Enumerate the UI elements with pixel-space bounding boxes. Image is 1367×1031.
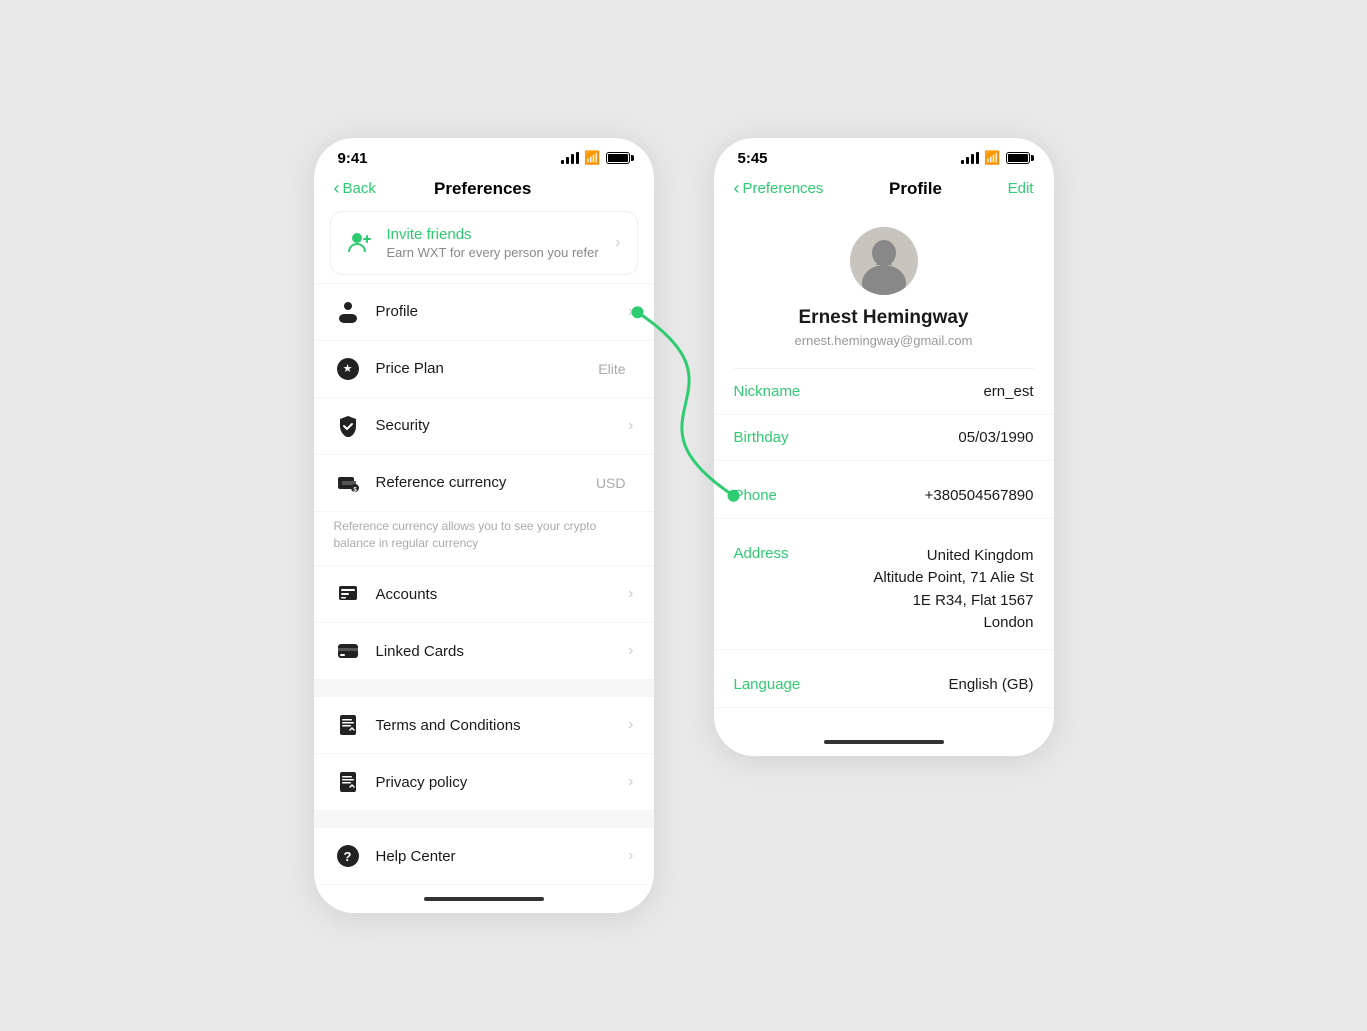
linked-cards-chevron-icon: › bbox=[628, 642, 633, 660]
terms-icon bbox=[334, 711, 362, 739]
currency-value: USD bbox=[596, 475, 626, 491]
privacy-label: Privacy policy bbox=[376, 774, 615, 791]
edit-button[interactable]: Edit bbox=[1008, 180, 1034, 197]
menu-item-linked-cards[interactable]: Linked Cards › bbox=[314, 623, 654, 679]
security-label: Security bbox=[376, 417, 615, 434]
field-address: Address United Kingdom Altitude Point, 7… bbox=[714, 531, 1054, 650]
phone-label: Phone bbox=[734, 487, 777, 504]
birthday-value: 05/03/1990 bbox=[958, 429, 1033, 446]
security-icon bbox=[334, 412, 362, 440]
help-label: Help Center bbox=[376, 848, 615, 865]
battery-icon-right bbox=[1006, 152, 1030, 164]
back-button[interactable]: ‹ Back bbox=[334, 179, 376, 199]
menu-section-3: Terms and Conditions › Privacy policy bbox=[314, 696, 654, 811]
menu-section-4: ? Help Center › bbox=[314, 827, 654, 885]
help-icon: ? bbox=[334, 842, 362, 870]
invite-icon bbox=[347, 230, 373, 256]
page-title: Preferences bbox=[434, 179, 531, 199]
price-plan-label: Price Plan bbox=[376, 360, 585, 377]
wifi-icon: 📶 bbox=[584, 150, 600, 166]
menu-item-privacy[interactable]: Privacy policy › bbox=[314, 754, 654, 810]
menu-section-1: Profile › ★ Price Plan Elite bbox=[314, 283, 654, 512]
status-icons-right: 📶 bbox=[961, 150, 1029, 166]
field-phone: Phone +380504567890 bbox=[714, 473, 1054, 519]
time-left: 9:41 bbox=[338, 150, 368, 167]
status-icons-left: 📶 bbox=[561, 150, 629, 166]
back-chevron-icon-right: ‹ bbox=[734, 178, 740, 199]
phone-value: +380504567890 bbox=[925, 487, 1034, 504]
profile-name: Ernest Hemingway bbox=[799, 307, 969, 329]
invite-chevron-icon: › bbox=[615, 234, 620, 252]
terms-chevron-icon: › bbox=[628, 716, 633, 734]
nav-bar-preferences: ‹ Back Preferences bbox=[314, 175, 654, 211]
menu-item-profile[interactable]: Profile › bbox=[314, 284, 654, 341]
invite-title: Invite friends bbox=[387, 226, 602, 243]
birthday-label: Birthday bbox=[734, 429, 789, 446]
profile-label: Profile bbox=[376, 303, 615, 320]
privacy-icon bbox=[334, 768, 362, 796]
profile-chevron-icon: › bbox=[628, 303, 633, 321]
wifi-icon-right: 📶 bbox=[984, 150, 1000, 166]
back-label: Back bbox=[343, 180, 376, 197]
battery-icon bbox=[606, 152, 630, 164]
menu-item-accounts[interactable]: Accounts › bbox=[314, 566, 654, 623]
menu-item-reference-currency[interactable]: $ Reference currency USD bbox=[314, 455, 654, 511]
section-gap-3 bbox=[314, 811, 654, 827]
profile-icon bbox=[334, 298, 362, 326]
status-bar-right: 5:45 📶 bbox=[714, 138, 1054, 175]
help-chevron-icon: › bbox=[628, 847, 633, 865]
accounts-chevron-icon: › bbox=[628, 585, 633, 603]
accounts-label: Accounts bbox=[376, 586, 615, 603]
signal-icon-right bbox=[961, 152, 979, 164]
menu-item-price-plan[interactable]: ★ Price Plan Elite bbox=[314, 341, 654, 398]
section-gap-2 bbox=[314, 680, 654, 696]
invite-text: Invite friends Earn WXT for every person… bbox=[387, 226, 602, 260]
price-plan-icon: ★ bbox=[334, 355, 362, 383]
privacy-chevron-icon: › bbox=[628, 773, 633, 791]
profile-page-title: Profile bbox=[889, 179, 942, 199]
security-chevron-icon: › bbox=[628, 417, 633, 435]
linked-cards-label: Linked Cards bbox=[376, 643, 615, 660]
back-to-preferences[interactable]: ‹ Preferences bbox=[734, 179, 824, 199]
back-to-preferences-label: Preferences bbox=[743, 180, 824, 197]
section-spacer-3 bbox=[714, 650, 1054, 662]
avatar bbox=[850, 227, 918, 295]
menu-item-security[interactable]: Security › bbox=[314, 398, 654, 455]
profile-email: ernest.hemingway@gmail.com bbox=[795, 333, 973, 348]
field-birthday: Birthday 05/03/1990 bbox=[714, 415, 1054, 461]
nickname-value: ern_est bbox=[983, 383, 1033, 400]
menu-section-2: Accounts › Linked Cards › bbox=[314, 565, 654, 680]
time-right: 5:45 bbox=[738, 150, 768, 167]
terms-label: Terms and Conditions bbox=[376, 717, 615, 734]
field-language: Language English (GB) bbox=[714, 662, 1054, 708]
currency-icon: $ bbox=[334, 469, 362, 497]
invite-friends-item[interactable]: Invite friends Earn WXT for every person… bbox=[330, 211, 638, 275]
signal-icon bbox=[561, 152, 579, 164]
invite-subtitle: Earn WXT for every person you refer bbox=[387, 245, 602, 260]
nav-bar-profile: ‹ Preferences Profile Edit bbox=[714, 175, 1054, 211]
home-indicator bbox=[314, 885, 654, 913]
nickname-label: Nickname bbox=[734, 383, 801, 400]
profile-section: Ernest Hemingway ernest.hemingway@gmail.… bbox=[714, 211, 1054, 368]
home-indicator-right bbox=[714, 728, 1054, 756]
preferences-phone: 9:41 📶 ‹ Back Preferences bbox=[314, 138, 654, 914]
linked-cards-icon bbox=[334, 637, 362, 665]
language-value: English (GB) bbox=[948, 676, 1033, 693]
address-value: United Kingdom Altitude Point, 71 Alie S… bbox=[873, 545, 1033, 635]
price-plan-value: Elite bbox=[598, 361, 625, 377]
section-spacer bbox=[714, 461, 1054, 473]
currency-note: Reference currency allows you to see you… bbox=[314, 512, 654, 566]
currency-label: Reference currency bbox=[376, 474, 582, 491]
accounts-icon bbox=[334, 580, 362, 608]
menu-item-help[interactable]: ? Help Center › bbox=[314, 828, 654, 884]
back-chevron-icon: ‹ bbox=[334, 178, 340, 199]
field-nickname: Nickname ern_est bbox=[714, 369, 1054, 415]
section-spacer-2 bbox=[714, 519, 1054, 531]
status-bar-left: 9:41 📶 bbox=[314, 138, 654, 175]
address-label: Address bbox=[734, 545, 789, 562]
menu-item-terms[interactable]: Terms and Conditions › bbox=[314, 697, 654, 754]
profile-phone: 5:45 📶 ‹ Preferences Profile bbox=[714, 138, 1054, 756]
language-label: Language bbox=[734, 676, 801, 693]
